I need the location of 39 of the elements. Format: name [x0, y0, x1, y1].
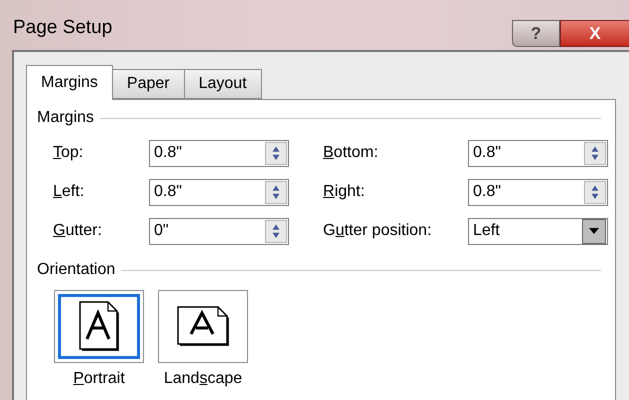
- field-value: 0.8": [154, 182, 183, 202]
- field-label: Left:: [53, 183, 84, 200]
- spin-buttons[interactable]: [265, 180, 287, 204]
- spin-buttons[interactable]: [584, 142, 606, 164]
- group-title: Orientation: [37, 260, 116, 280]
- field-label: Top:: [53, 144, 84, 161]
- spin-field[interactable]: 0.8": [468, 178, 608, 206]
- help-button[interactable]: ?: [512, 20, 560, 47]
- option-label: Portrait: [73, 370, 125, 387]
- field-label: Gutter:: [53, 222, 102, 239]
- orientation-option[interactable]: [158, 290, 248, 363]
- spin-field[interactable]: 0.8": [149, 140, 289, 166]
- caret-icon: [589, 228, 599, 234]
- field-value: 0.8": [473, 143, 502, 163]
- spin-field[interactable]: 0.8": [468, 140, 608, 166]
- field-label: Right:: [323, 183, 365, 200]
- close-button[interactable]: X: [560, 20, 629, 47]
- spin-buttons[interactable]: [584, 180, 606, 204]
- landscape-page-icon: [176, 306, 230, 347]
- field-label: Gutter position:: [323, 222, 432, 239]
- portrait-page-icon: [78, 301, 120, 352]
- orientation-option[interactable]: [54, 290, 144, 363]
- option-label: Landscape: [164, 370, 242, 387]
- tab[interactable]: Layout: [184, 69, 262, 99]
- field-value: 0": [154, 221, 170, 241]
- spin-field[interactable]: 0.8": [149, 178, 289, 206]
- dropdown-field[interactable]: Left: [468, 218, 608, 244]
- field-value: 0.8": [154, 143, 183, 163]
- field-label: Bottom:: [323, 144, 378, 161]
- tab[interactable]: Paper: [112, 69, 185, 99]
- group-title: Margins: [37, 108, 94, 128]
- spin-buttons[interactable]: [265, 142, 287, 164]
- spin-field[interactable]: 0": [149, 218, 289, 244]
- tab[interactable]: Margins: [26, 65, 113, 100]
- window-title: Page Setup: [13, 16, 112, 40]
- field-value: 0.8": [473, 182, 502, 202]
- dropdown-button[interactable]: [582, 218, 606, 244]
- spin-buttons[interactable]: [265, 220, 287, 242]
- field-value: Left: [473, 221, 501, 241]
